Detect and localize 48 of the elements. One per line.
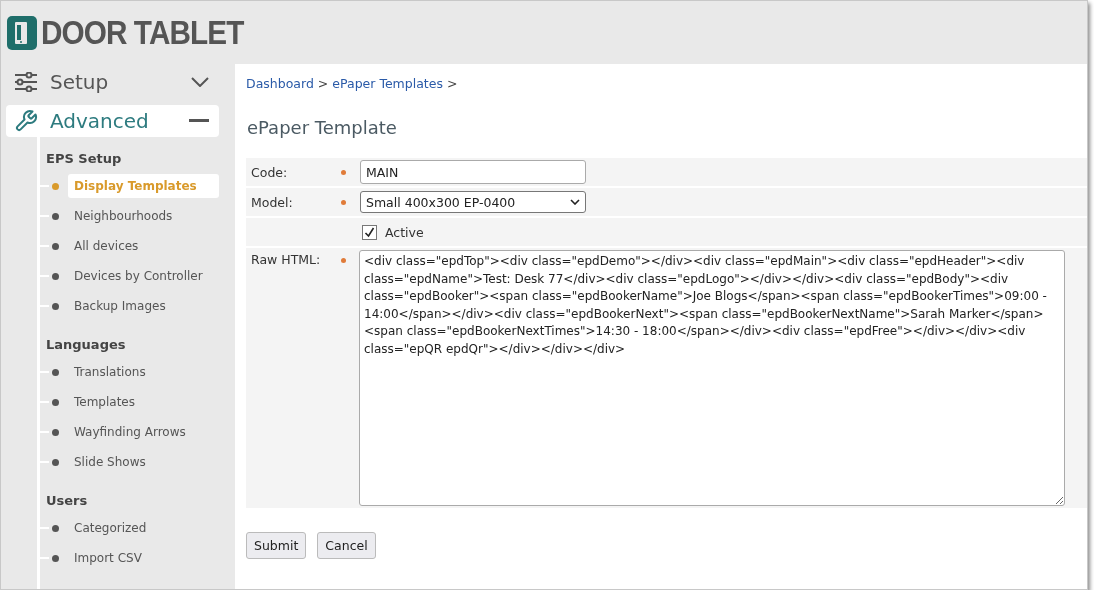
bullet-icon bbox=[52, 524, 59, 532]
logo-text: DOOR TABLET bbox=[41, 13, 244, 52]
bullet-icon bbox=[52, 428, 59, 436]
page-title: ePaper Template bbox=[247, 117, 398, 138]
bullet-icon bbox=[52, 212, 59, 220]
breadcrumb-separator: > bbox=[446, 76, 458, 91]
chevron-down-icon bbox=[191, 77, 209, 88]
bullet-icon bbox=[52, 182, 59, 190]
cancel-button[interactable]: Cancel bbox=[317, 532, 376, 559]
menu-group-heading: Languages bbox=[46, 337, 127, 353]
field-label: Model: bbox=[251, 194, 293, 210]
raw-html-field[interactable]: <div class="epdTop"><div class="epdDemo"></div><div class="epdMain"><div class="epdHeader"><div class="epdName">Test: Desk 77</div><div class="epdLogo"></div></div><div class="epdBody"><div class="epdBooker"><span class="epdBookerName">Joe Blogs</span><span class="epdBookerTimes">09:00 - 14:00</span></div><div class="epdBookerNext"><span class="epdBookerNextName">Sarah Marker</span><span class="epdBookerNextTimes">14:30 - 18:00</span></div><div class="epdFree"></div></div><div class="epQR epdQr"></div></div></div> bbox=[359, 250, 1065, 506]
menu-group-heading: EPS Setup bbox=[46, 151, 123, 167]
collapse-icon bbox=[189, 118, 209, 123]
bullet-icon bbox=[52, 272, 59, 280]
submit-button[interactable]: Submit bbox=[246, 532, 307, 559]
checkbox[interactable] bbox=[362, 224, 377, 240]
field-label: Raw HTML: bbox=[251, 252, 321, 267]
bullet-icon bbox=[52, 368, 59, 376]
model-dropdown[interactable]: Small 400x300 EP-0400 bbox=[360, 191, 586, 213]
sidebar-item[interactable]: All devices bbox=[68, 234, 219, 258]
sidebar-item[interactable]: Slide Shows bbox=[68, 450, 219, 474]
sidebar-item[interactable]: Wayfinding Arrows bbox=[68, 420, 219, 444]
sidebar-menu[interactable]: Setup bbox=[6, 66, 219, 99]
sliders-icon bbox=[14, 72, 38, 93]
field-label: Code: bbox=[251, 164, 288, 180]
checkbox-label: Active bbox=[385, 224, 424, 240]
bullet-icon bbox=[52, 242, 59, 250]
bullet-icon bbox=[52, 458, 59, 466]
sidebar-menu[interactable]: Advanced bbox=[6, 104, 219, 137]
sidebar-item[interactable]: Devices by Controller bbox=[68, 264, 219, 288]
bullet-icon bbox=[52, 554, 59, 562]
logo-icon bbox=[7, 15, 37, 50]
breadcrumb-link[interactable]: ePaper Templates bbox=[332, 76, 443, 91]
breadcrumb-link[interactable]: Dashboard bbox=[246, 76, 314, 91]
sidebar-item[interactable]: Templates bbox=[68, 390, 219, 414]
code-field[interactable]: MAIN bbox=[360, 160, 586, 184]
sidebar-item[interactable]: Neighbourhoods bbox=[68, 204, 219, 228]
bullet-icon bbox=[52, 398, 59, 406]
bullet-icon bbox=[52, 302, 59, 310]
wrench-icon bbox=[14, 108, 38, 133]
sidebar-item[interactable]: Backup Images bbox=[68, 294, 219, 318]
sidebar-item[interactable]: Import CSV bbox=[68, 546, 219, 570]
sidebar-item[interactable]: Translations bbox=[68, 360, 219, 384]
menu-group-heading: Users bbox=[46, 493, 89, 509]
sidebar-item[interactable]: Categorized bbox=[68, 516, 219, 540]
breadcrumb-separator: > bbox=[317, 76, 329, 91]
chevron-down-icon bbox=[570, 199, 580, 205]
